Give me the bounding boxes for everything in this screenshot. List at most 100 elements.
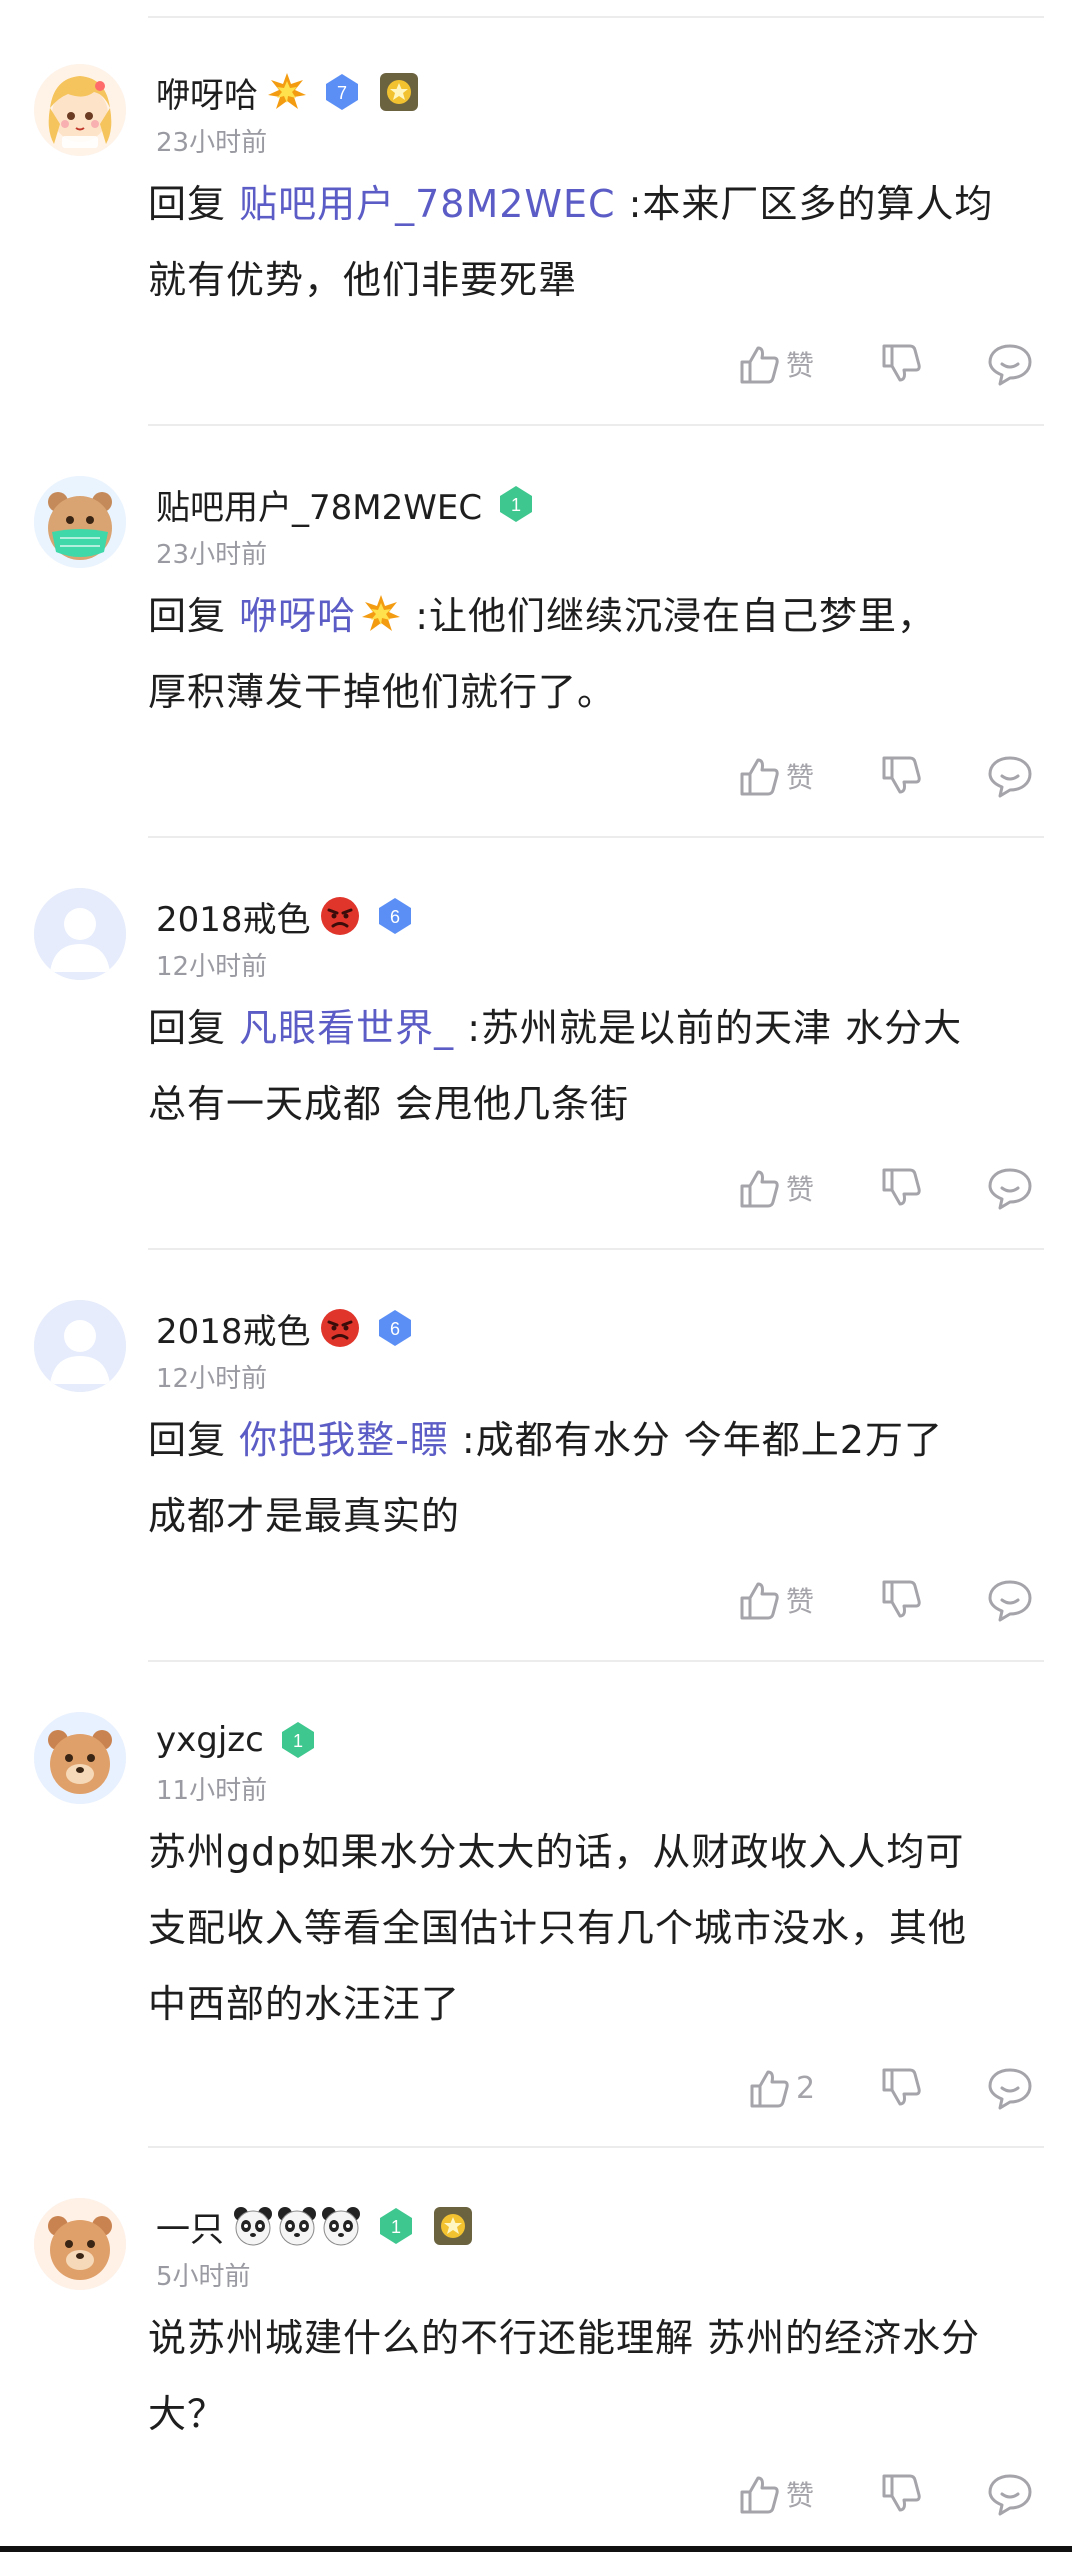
reply-to-user[interactable]: 凡眼看世界_ xyxy=(239,1006,454,1050)
default-user-avatar-icon xyxy=(34,888,126,980)
reply-prefix: 回复 xyxy=(148,1418,227,1462)
comment-text-line: :苏州就是以前的天津 水分大 xyxy=(454,1006,963,1050)
dislike-button[interactable] xyxy=(876,1570,924,1630)
username-row: 2018戒色 6 xyxy=(156,1304,415,1352)
reply-button[interactable] xyxy=(986,1158,1034,1218)
comment-text: 回复 你把我整-瞟 :成都有水分 今年都上2万了 成都才是最真实的 xyxy=(148,1402,1048,1554)
top-divider xyxy=(148,16,1044,18)
like-button[interactable]: 2 xyxy=(744,2058,815,2118)
level-badge-icon: 1 xyxy=(376,2206,416,2246)
username[interactable]: 贴吧用户_78M2WEC xyxy=(156,480,482,529)
reply-prefix: 回复 xyxy=(148,594,227,638)
masked-bear-avatar-icon xyxy=(34,476,126,568)
reply-to-user[interactable]: 贴吧用户_78M2WEC xyxy=(239,182,615,226)
reply-to-user[interactable]: 咿呀哈 xyxy=(239,594,356,638)
thumbs-up-icon xyxy=(740,1582,779,1620)
avatar[interactable] xyxy=(34,1712,126,1804)
thumbs-up-icon xyxy=(740,758,779,796)
anime-girl-avatar-icon xyxy=(34,64,126,156)
comment-text-line: 总有一天成都 会甩他几条街 xyxy=(148,1082,630,1126)
dislike-button[interactable] xyxy=(876,746,924,806)
comment-text-line: :本来厂区多的算人均 xyxy=(615,182,994,226)
like-count: 2 xyxy=(796,2070,816,2106)
avatar[interactable] xyxy=(34,1300,126,1392)
thumbs-down-icon xyxy=(882,2068,921,2106)
dislike-button[interactable] xyxy=(876,1158,924,1218)
username-row: 一只 1 xyxy=(156,2202,474,2250)
comment-text-line: 苏州gdp如果水分太大的话，从财政收入人均可 xyxy=(148,1830,965,1874)
comment-text-line: 成都才是最真实的 xyxy=(148,1494,461,1538)
avatar[interactable] xyxy=(34,2198,126,2290)
username[interactable]: 2018戒色 xyxy=(156,892,311,941)
comment-text-line: 中西部的水汪汪了 xyxy=(148,1982,461,2026)
level-badge-icon: 7 xyxy=(322,72,362,112)
boom-emoji-icon xyxy=(360,593,402,635)
comment-bubble-icon xyxy=(988,1580,1032,1622)
username[interactable]: 一只 xyxy=(156,2202,224,2251)
reply-button[interactable] xyxy=(986,2058,1034,2118)
like-button[interactable]: 赞 xyxy=(734,1570,814,1630)
reply-prefix: 回复 xyxy=(148,182,227,226)
avatar[interactable] xyxy=(34,64,126,156)
comment-text-line: 说苏州城建什么的不行还能理解 苏州的经济水分 xyxy=(148,2316,981,2360)
comment-actions: 赞 xyxy=(0,1570,1072,1630)
username[interactable]: 2018戒色 xyxy=(156,1304,311,1353)
bear-avatar-icon xyxy=(34,1712,126,1804)
thumbs-up-icon xyxy=(750,2070,789,2108)
dislike-button[interactable] xyxy=(876,2058,924,2118)
angry-face-emoji-icon xyxy=(319,895,361,937)
comment-divider xyxy=(148,424,1044,426)
comment-time: 23小时前 xyxy=(156,540,268,570)
comment-bubble-icon xyxy=(988,1168,1032,1210)
avatar[interactable] xyxy=(34,888,126,980)
medal-badge-icon xyxy=(432,2205,474,2247)
dislike-button[interactable] xyxy=(876,334,924,394)
reply-button[interactable] xyxy=(986,746,1034,806)
comment-text: 回复 凡眼看世界_ :苏州就是以前的天津 水分大 总有一天成都 会甩他几条街 xyxy=(148,990,1048,1142)
username-row: 咿呀哈 7 xyxy=(156,68,420,116)
panda-face-emoji-icon xyxy=(276,2205,318,2247)
like-button[interactable]: 赞 xyxy=(734,746,814,806)
comment-text: 说苏州城建什么的不行还能理解 苏州的经济水分 大？ xyxy=(148,2300,1048,2452)
comment-time: 12小时前 xyxy=(156,1364,268,1394)
panda-face-emoji-icon xyxy=(320,2205,362,2247)
comment-actions: 赞 xyxy=(0,1158,1072,1218)
like-label: 赞 xyxy=(786,1173,815,1206)
bottom-edge-bar xyxy=(0,2546,1072,2552)
username[interactable]: 咿呀哈 xyxy=(156,68,258,117)
reply-to-user[interactable]: 你把我整-瞟 xyxy=(239,1418,449,1462)
username-row: 贴吧用户_78M2WEC 1 xyxy=(156,480,536,528)
dislike-button[interactable] xyxy=(876,2464,924,2524)
panda-face-emoji-icon xyxy=(232,2205,274,2247)
comment-text: 回复 贴吧用户_78M2WEC :本来厂区多的算人均 就有优势，他们非要死犟 xyxy=(148,166,1048,318)
like-button[interactable]: 赞 xyxy=(734,2464,814,2524)
thumbs-down-icon xyxy=(882,1168,921,1206)
reply-button[interactable] xyxy=(986,2464,1034,2524)
comment-text-line: 就有优势，他们非要死犟 xyxy=(148,258,578,302)
like-label: 赞 xyxy=(786,2479,815,2512)
like-button[interactable]: 赞 xyxy=(734,334,814,394)
username[interactable]: yxgjzc xyxy=(156,1720,264,1760)
username-row: yxgjzc 1 xyxy=(156,1716,318,1764)
avatar[interactable] xyxy=(34,476,126,568)
reply-button[interactable] xyxy=(986,1570,1034,1630)
comment-divider xyxy=(148,1660,1044,1662)
boom-emoji-icon xyxy=(266,71,308,113)
bear-avatar-icon xyxy=(34,2198,126,2290)
medal-badge-icon xyxy=(378,71,420,113)
like-label: 赞 xyxy=(786,761,815,794)
comment-time: 23小时前 xyxy=(156,128,268,158)
comment-bubble-icon xyxy=(988,2474,1032,2516)
comment-actions: 赞 xyxy=(0,334,1072,394)
comment-text-line: 厚积薄发干掉他们就行了。 xyxy=(148,670,617,714)
comment-actions: 赞 xyxy=(0,746,1072,806)
like-label: 赞 xyxy=(786,349,815,382)
thumbs-up-icon xyxy=(740,346,779,384)
level-badge-icon: 1 xyxy=(278,1720,318,1760)
reply-button[interactable] xyxy=(986,334,1034,394)
thumbs-down-icon xyxy=(882,1580,921,1618)
like-button[interactable]: 赞 xyxy=(734,1158,814,1218)
level-badge-icon: 1 xyxy=(496,484,536,524)
thumbs-down-icon xyxy=(882,2474,921,2512)
comment-time: 5小时前 xyxy=(156,2262,251,2292)
